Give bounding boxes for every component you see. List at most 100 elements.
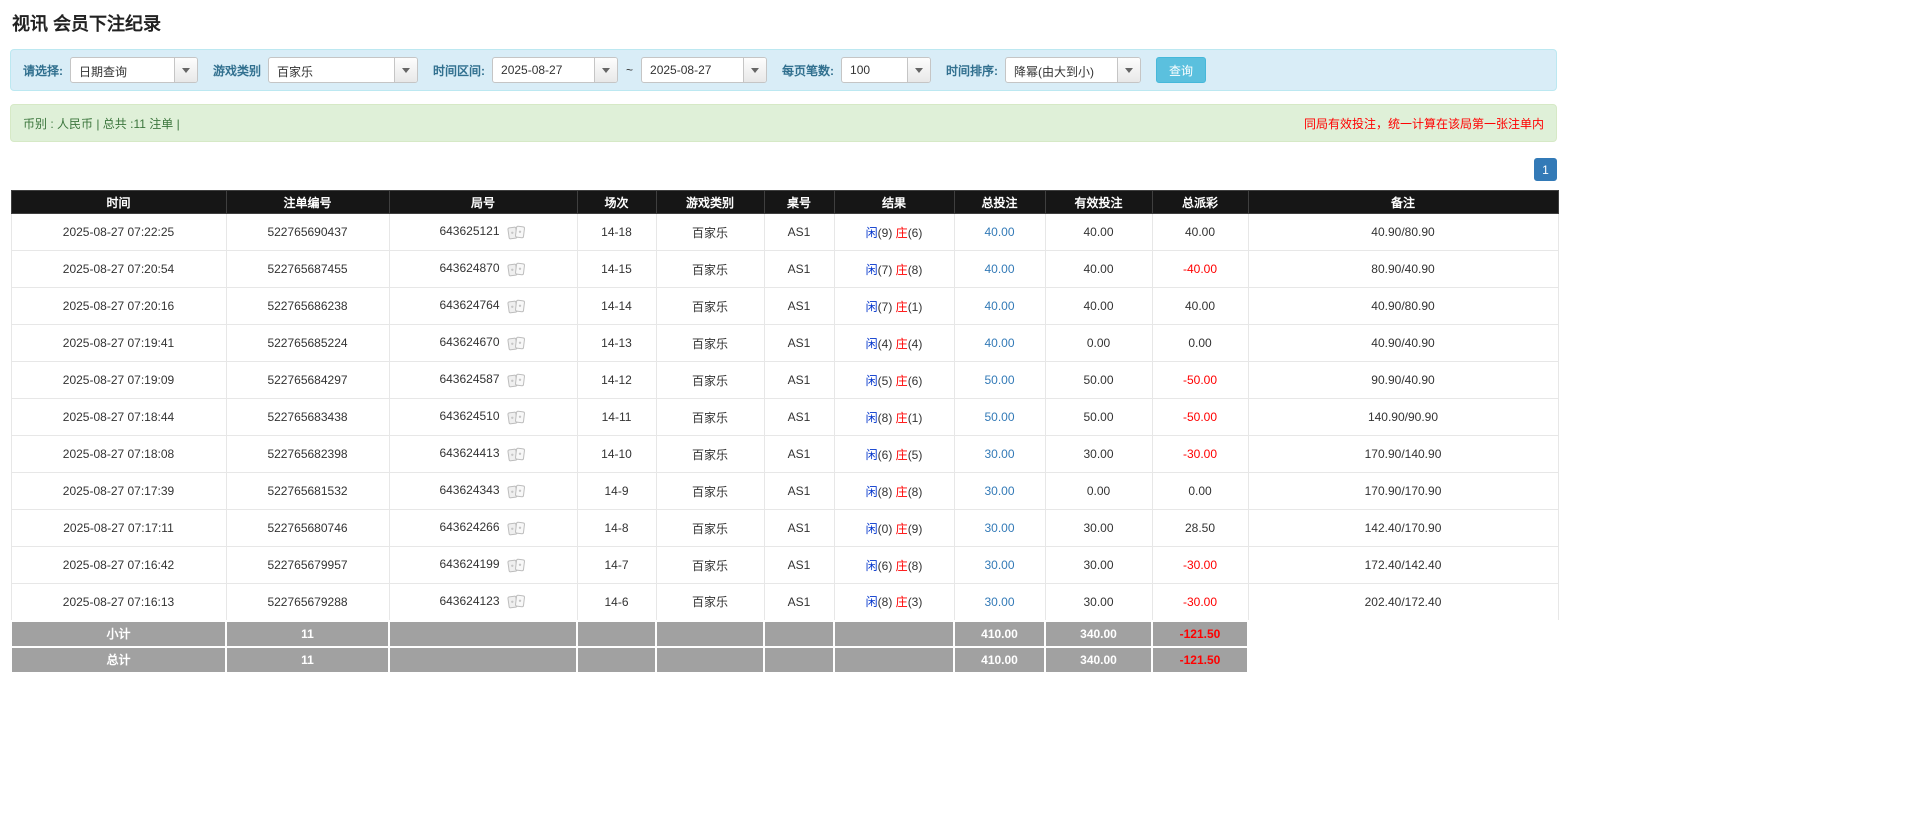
chevron-down-icon[interactable] [1117, 58, 1140, 82]
sort-order-combobox[interactable]: 降幂(由大到小) [1005, 57, 1141, 83]
cell-table-no: AS1 [764, 288, 834, 325]
cell-bet-id: 522765679957 [226, 547, 389, 584]
subtotal-row: 小计11410.00340.00-121.50 [11, 621, 1558, 647]
cell-result: 闲(9) 庄(6) [834, 214, 954, 251]
cell-game-type: 百家乐 [656, 251, 764, 288]
cell-table-no: AS1 [764, 547, 834, 584]
cell-total-bet[interactable]: 30.00 [954, 547, 1045, 584]
banker-result: 庄 [896, 595, 908, 609]
view-cards-icon[interactable] [507, 373, 527, 388]
date-to-combobox[interactable]: 2025-08-27 [641, 57, 767, 83]
cell-payout: -30.00 [1152, 584, 1248, 621]
banker-result: 庄 [896, 411, 908, 425]
banker-result: 庄 [896, 374, 908, 388]
cell-time: 2025-08-27 07:17:39 [11, 473, 226, 510]
cell-session: 14-14 [577, 288, 656, 325]
view-cards-icon[interactable] [507, 558, 527, 573]
cell-total-bet[interactable]: 40.00 [954, 288, 1045, 325]
round-id-text: 643624199 [439, 557, 499, 571]
sort-order-label: 时间排序: [946, 62, 998, 79]
sort-order-value[interactable]: 降幂(由大到小) [1006, 58, 1117, 82]
pagination-page-1[interactable]: 1 [1534, 158, 1557, 181]
date-range-label: 时间区间: [433, 62, 485, 79]
date-from-value[interactable]: 2025-08-27 [493, 58, 594, 82]
cell-round-id: 643624413 [389, 436, 577, 473]
cell-payout: -50.00 [1152, 399, 1248, 436]
round-id-text: 643624870 [439, 261, 499, 275]
query-type-combobox[interactable]: 日期查询 [70, 57, 198, 83]
cell-bet-id: 522765681532 [226, 473, 389, 510]
banker-points: (4) [908, 337, 923, 351]
cell-bet-id: 522765682398 [226, 436, 389, 473]
view-cards-icon[interactable] [507, 262, 527, 277]
cell-table-no: AS1 [764, 325, 834, 362]
chevron-down-icon[interactable] [174, 58, 197, 82]
table-row: 2025-08-27 07:19:09522765684297643624587… [11, 362, 1558, 399]
table-row: 2025-08-27 07:17:39522765681532643624343… [11, 473, 1558, 510]
player-points: (9) [878, 226, 893, 240]
player-points: (8) [878, 595, 893, 609]
cell-total-bet[interactable]: 40.00 [954, 251, 1045, 288]
chevron-down-icon[interactable] [907, 58, 930, 82]
cell-round-id: 643624510 [389, 399, 577, 436]
cell-total-bet[interactable]: 50.00 [954, 362, 1045, 399]
cell-valid-bet: 0.00 [1045, 325, 1152, 362]
page-size-value[interactable]: 100 [842, 58, 907, 82]
cell-total-bet[interactable]: 30.00 [954, 584, 1045, 621]
table-row: 2025-08-27 07:16:13522765679288643624123… [11, 584, 1558, 621]
cell-valid-bet: 40.00 [1045, 288, 1152, 325]
game-type-combobox[interactable]: 百家乐 [268, 57, 418, 83]
cell-result: 闲(8) 庄(8) [834, 473, 954, 510]
cell-valid-bet: 40.00 [1045, 251, 1152, 288]
banker-result: 庄 [896, 485, 908, 499]
date-range-separator: ~ [625, 63, 634, 77]
player-points: (6) [878, 559, 893, 573]
cell-total-bet[interactable]: 30.00 [954, 436, 1045, 473]
player-result: 闲 [866, 374, 878, 388]
subtotal-row-cell-2: 11 [226, 621, 389, 647]
cell-payout: -50.00 [1152, 362, 1248, 399]
cell-total-bet[interactable]: 30.00 [954, 510, 1045, 547]
cell-total-bet[interactable]: 40.00 [954, 214, 1045, 251]
query-type-value[interactable]: 日期查询 [71, 58, 174, 82]
view-cards-icon[interactable] [507, 410, 527, 425]
chevron-down-icon[interactable] [743, 58, 766, 82]
subtotal-row-cell-5 [656, 621, 764, 647]
banker-points: (1) [908, 300, 923, 314]
view-cards-icon[interactable] [507, 299, 527, 314]
view-cards-icon[interactable] [507, 447, 527, 462]
cell-session: 14-15 [577, 251, 656, 288]
cell-round-id: 643624343 [389, 473, 577, 510]
view-cards-icon[interactable] [507, 594, 527, 609]
view-cards-icon[interactable] [507, 521, 527, 536]
cell-table-no: AS1 [764, 584, 834, 621]
cell-result: 闲(8) 庄(1) [834, 399, 954, 436]
total-row-cell-11 [1248, 647, 1558, 673]
cell-bet-id: 522765680746 [226, 510, 389, 547]
cell-time: 2025-08-27 07:16:13 [11, 584, 226, 621]
game-type-value[interactable]: 百家乐 [269, 58, 394, 82]
cell-game-type: 百家乐 [656, 436, 764, 473]
column-header-3: 局号 [389, 191, 577, 214]
cell-bet-id: 522765683438 [226, 399, 389, 436]
chevron-down-icon[interactable] [594, 58, 617, 82]
query-button[interactable]: 查询 [1156, 57, 1206, 83]
date-from-combobox[interactable]: 2025-08-27 [492, 57, 618, 83]
view-cards-icon[interactable] [507, 225, 527, 240]
cell-total-bet[interactable]: 50.00 [954, 399, 1045, 436]
cell-remark: 80.90/40.90 [1248, 251, 1558, 288]
cell-remark: 90.90/40.90 [1248, 362, 1558, 399]
cell-table-no: AS1 [764, 214, 834, 251]
page-size-combobox[interactable]: 100 [841, 57, 931, 83]
cell-total-bet[interactable]: 40.00 [954, 325, 1045, 362]
cell-total-bet[interactable]: 30.00 [954, 473, 1045, 510]
cell-table-no: AS1 [764, 399, 834, 436]
view-cards-icon[interactable] [507, 336, 527, 351]
date-to-value[interactable]: 2025-08-27 [642, 58, 743, 82]
cell-round-id: 643624670 [389, 325, 577, 362]
view-cards-icon[interactable] [507, 484, 527, 499]
chevron-down-icon[interactable] [394, 58, 417, 82]
cell-game-type: 百家乐 [656, 399, 764, 436]
banker-points: (6) [908, 374, 923, 388]
cell-payout: 0.00 [1152, 325, 1248, 362]
